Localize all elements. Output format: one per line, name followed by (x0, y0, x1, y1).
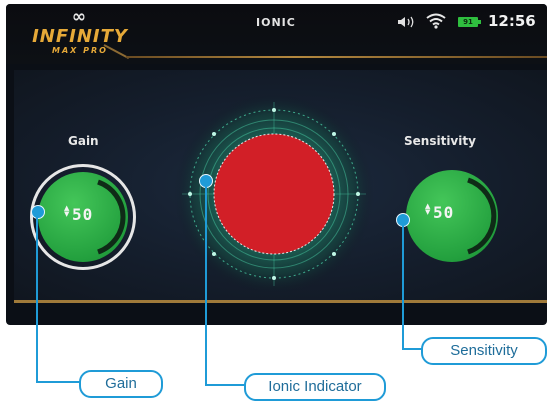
ionic-leader-vertical (205, 186, 207, 386)
ionic-indicator-core (213, 133, 335, 255)
device-screen: ∞ INFINITY MAX PRO IONIC 91 12:56 Gain ▲… (6, 4, 547, 325)
sensitivity-stepper-arrows[interactable]: ▲ ▼ (425, 203, 430, 216)
gain-callout-dot (31, 205, 45, 219)
speaker-icon[interactable] (397, 15, 419, 29)
mode-title: IONIC (256, 16, 296, 29)
battery-level: 91 (463, 18, 473, 26)
clock: 12:56 (488, 12, 536, 30)
gain-stepper-arrows[interactable]: ▲ ▼ (64, 205, 69, 218)
gain-value: 50 (72, 205, 94, 224)
ionic-indicator-callout: Ionic Indicator (244, 373, 386, 401)
status-bar: ∞ INFINITY MAX PRO IONIC 91 12:56 (6, 4, 547, 64)
sensitivity-callout: Sensitivity (421, 337, 547, 365)
ionic-indicator-graphic (174, 94, 374, 294)
sensitivity-leader-vertical (402, 225, 404, 350)
sensitivity-value: 50 (433, 203, 455, 222)
infinity-icon: ∞ (71, 7, 87, 27)
gain-label: Gain (68, 134, 99, 148)
ionic-leader-horizontal (205, 384, 245, 386)
battery-tip (478, 20, 481, 24)
gain-callout: Gain (79, 370, 163, 398)
wifi-icon[interactable] (426, 13, 446, 29)
infinity-logo: ∞ INFINITY MAX PRO (20, 7, 140, 58)
gain-leader-horizontal (36, 381, 80, 383)
header-divider (126, 56, 547, 58)
sensitivity-leader-horizontal (402, 348, 422, 350)
gain-leader-vertical (36, 217, 38, 383)
sensitivity-label: Sensitivity (404, 134, 476, 148)
panel-bottom-border (14, 300, 547, 303)
logo-title: INFINITY (32, 26, 128, 47)
